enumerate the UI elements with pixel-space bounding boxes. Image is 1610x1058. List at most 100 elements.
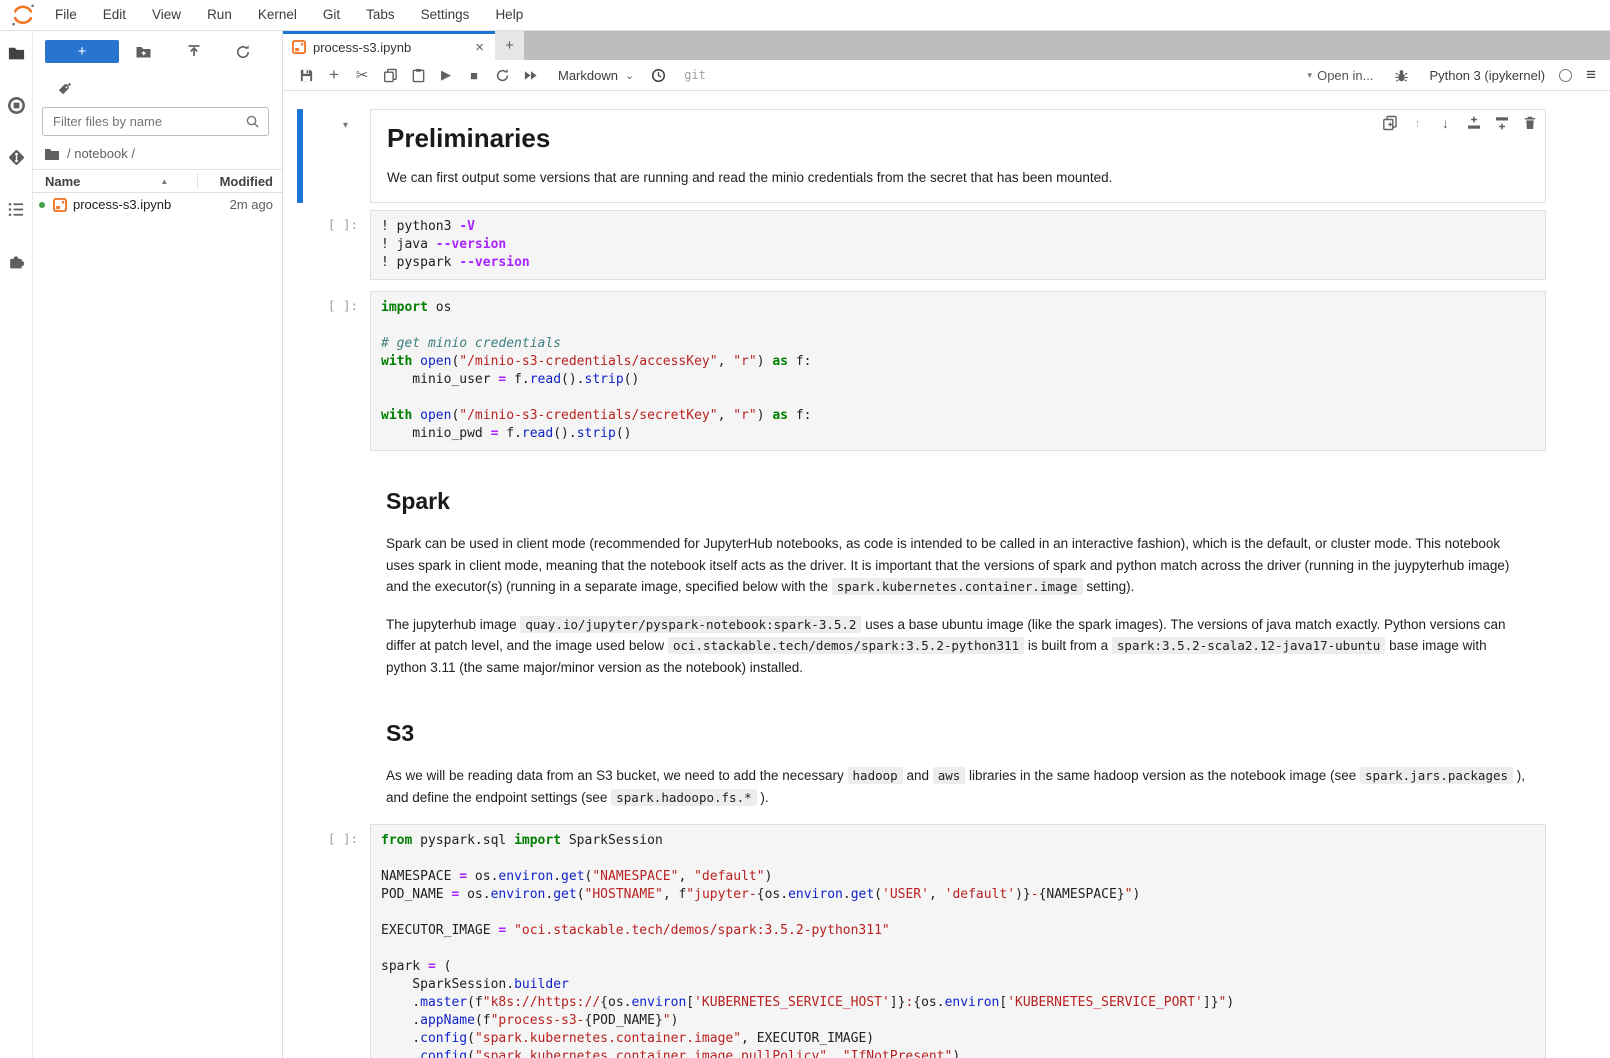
upload-icon[interactable] [169, 40, 219, 63]
interrupt-kernel-icon[interactable]: ■ [460, 63, 488, 87]
copy-cells-icon[interactable] [376, 63, 404, 87]
extensions-puzzle-icon[interactable] [7, 252, 26, 271]
new-tab-button[interactable]: + [495, 31, 524, 60]
cell-gutter: [ ]: [283, 824, 370, 1058]
paste-cells-icon[interactable] [404, 63, 432, 87]
markdown-cell[interactable]: S3As we will be reading data from an S3 … [370, 694, 1546, 824]
column-header-name[interactable]: Name ▲ [33, 174, 197, 189]
filter-files-input[interactable] [53, 114, 245, 129]
code-cell[interactable]: import os # get minio credentials with o… [370, 291, 1546, 451]
file-browser-icon[interactable] [7, 44, 26, 63]
menu-item-settings[interactable]: Settings [408, 7, 483, 22]
menu-item-kernel[interactable]: Kernel [245, 7, 310, 22]
markdown-cell[interactable]: ↑↓PreliminariesWe can first output some … [370, 109, 1546, 203]
cell-prompt: [ ]: [283, 210, 370, 232]
menu-item-view[interactable]: View [139, 7, 194, 22]
open-in-dropdown[interactable]: ▾ Open in... [1308, 68, 1374, 83]
tab-close-icon[interactable]: × [473, 39, 486, 56]
file-name: process-s3.ipynb [73, 197, 171, 212]
menu-item-tabs[interactable]: Tabs [353, 7, 408, 22]
restart-kernel-icon[interactable] [488, 63, 516, 87]
file-browser-secondary-toolbar [33, 69, 282, 99]
cell-gutter: [ ]: [283, 210, 370, 280]
insert-cell-below-icon[interactable] [1492, 113, 1511, 132]
menu-bar: FileEditViewRunKernelGitTabsSettingsHelp [0, 0, 1610, 31]
cell-5[interactable]: [ ]: from pyspark.sql import SparkSession… [283, 824, 1610, 1058]
inline-code: spark.kubernetes.container.image [832, 578, 1083, 595]
cell-3[interactable]: SparkSpark can be used in client mode (r… [283, 462, 1610, 694]
file-browser-panel: + [33, 31, 283, 1058]
notebook-panel: process-s3.ipynb × + + ✂ [283, 31, 1610, 1058]
markdown-paragraph: The jupyterhub image quay.io/jupyter/pys… [386, 614, 1530, 679]
home-folder-icon [44, 147, 60, 161]
chevron-down-icon: ⌄ [625, 69, 634, 82]
notebook-toolbar: + ✂ ▶ ■ [283, 60, 1610, 91]
markdown-paragraph: As we will be reading data from an S3 bu… [386, 765, 1530, 808]
cell-prompt: [ ]: [283, 824, 370, 846]
search-icon [245, 114, 260, 129]
code-editor[interactable]: from pyspark.sql import SparkSession NAM… [381, 832, 1535, 1058]
cell-0[interactable]: ▾↑↓PreliminariesWe can first output some… [283, 109, 1610, 203]
cell-prompt: [ ]: [283, 291, 370, 313]
delete-cell-icon[interactable] [1520, 113, 1539, 132]
code-cell[interactable]: ! python3 -V ! java --version ! pyspark … [370, 210, 1546, 280]
menu-items: FileEditViewRunKernelGitTabsSettingsHelp [42, 0, 536, 30]
file-modified: 2m ago [198, 197, 282, 212]
cell-collapser-icon[interactable]: ▾ [343, 120, 348, 131]
menu-item-run[interactable]: Run [194, 7, 245, 22]
move-cell-down-icon[interactable]: ↓ [1436, 113, 1455, 132]
tag-plus-icon[interactable] [57, 82, 72, 97]
kernel-name-button[interactable]: Python 3 (ipykernel) [1429, 68, 1545, 83]
menu-item-git[interactable]: Git [310, 7, 353, 22]
code-cell[interactable]: from pyspark.sql import SparkSession NAM… [370, 824, 1546, 1058]
notebook-file-icon [292, 40, 306, 54]
table-of-contents-icon[interactable] [7, 200, 26, 219]
inline-code: quay.io/jupyter/pyspark-notebook:spark-3… [520, 616, 861, 633]
git-toolbar-label[interactable]: git [684, 68, 706, 82]
file-row[interactable]: process-s3.ipynb 2m ago [33, 193, 282, 216]
git-icon[interactable] [7, 148, 26, 167]
text-run: is built from a [1024, 638, 1112, 653]
tab-process-s3[interactable]: process-s3.ipynb × [283, 31, 495, 60]
restart-run-all-icon[interactable] [516, 63, 544, 87]
new-launcher-button[interactable]: + [45, 40, 119, 63]
notebook-content[interactable]: ▾↑↓PreliminariesWe can first output some… [283, 91, 1610, 1058]
caret-down-icon: ▾ [1308, 70, 1313, 81]
refresh-icon[interactable] [218, 40, 268, 63]
breadcrumb[interactable]: / notebook / [33, 136, 282, 169]
duplicate-cell-icon[interactable] [1380, 113, 1399, 132]
cell-4[interactable]: S3As we will be reading data from an S3 … [283, 694, 1610, 824]
text-run: ). [757, 790, 769, 805]
cell-1[interactable]: [ ]: ! python3 -V ! java --version ! pysp… [283, 210, 1610, 280]
notebook-file-icon [53, 198, 67, 212]
code-editor[interactable]: ! python3 -V ! java --version ! pyspark … [381, 218, 1535, 272]
insert-cell-above-icon[interactable] [1464, 113, 1483, 132]
text-run: We can first output some versions that a… [387, 170, 1112, 185]
cell-list: ▾↑↓PreliminariesWe can first output some… [283, 109, 1610, 1058]
insert-cell-icon[interactable]: + [320, 63, 348, 87]
text-run: libraries in the same hadoop version as … [965, 768, 1360, 783]
new-folder-icon[interactable] [119, 40, 169, 63]
panel-menu-icon[interactable]: ≡ [1586, 65, 1596, 85]
menu-item-edit[interactable]: Edit [90, 7, 139, 22]
sort-ascending-icon: ▲ [160, 177, 168, 186]
running-kernels-icon[interactable] [7, 96, 26, 115]
column-header-modified[interactable]: Modified [198, 174, 282, 189]
debugger-bug-icon[interactable] [1387, 63, 1415, 87]
markdown-paragraph: Spark can be used in client mode (recomm… [386, 533, 1530, 598]
history-clock-icon[interactable] [644, 63, 672, 87]
markdown-cell[interactable]: SparkSpark can be used in client mode (r… [370, 462, 1546, 694]
cell-type-dropdown[interactable]: Markdown ⌄ [558, 68, 634, 83]
cut-cells-icon[interactable]: ✂ [348, 63, 376, 87]
kernel-status-icon[interactable] [1559, 69, 1572, 82]
text-run: The jupyterhub image [386, 617, 520, 632]
code-editor[interactable]: import os # get minio credentials with o… [381, 299, 1535, 443]
run-cell-icon[interactable]: ▶ [432, 63, 460, 87]
menu-item-file[interactable]: File [42, 7, 90, 22]
save-icon[interactable] [292, 63, 320, 87]
file-list: process-s3.ipynb 2m ago [33, 193, 282, 216]
cell-2[interactable]: [ ]: import os # get minio credentials wi… [283, 291, 1610, 451]
move-cell-up-icon: ↑ [1408, 113, 1427, 132]
cell-gutter: [ ]: [283, 291, 370, 451]
menu-item-help[interactable]: Help [482, 7, 536, 22]
